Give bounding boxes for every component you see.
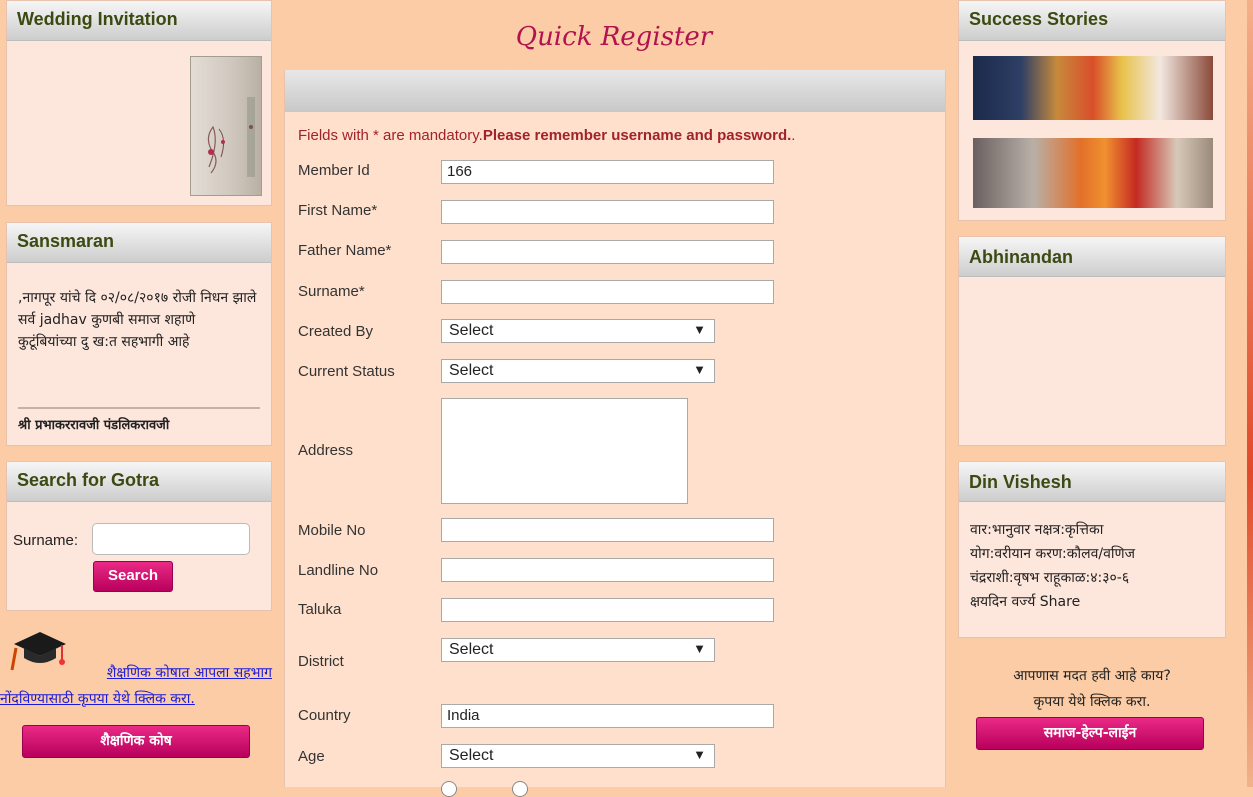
dropdown-arrow-icon: ▼ xyxy=(693,322,706,337)
din-vishesh-line1: वार:भानुवार नक्षत्र:कृत्तिका xyxy=(970,522,1104,538)
right-edge-accent xyxy=(1247,0,1253,787)
district-select[interactable]: Select ▼ xyxy=(441,638,715,662)
sansmaran-text: ,नागपूर यांचे दि ०२/०८/२०१७ रोजी निधन झा… xyxy=(18,290,257,350)
mobile-input[interactable] xyxy=(441,518,774,542)
father-name-label: Father Name* xyxy=(298,242,392,259)
education-register-link[interactable]: शैक्षणिक कोषात आपला सहभाग नोंदविण्यासाठी… xyxy=(0,660,272,712)
gotra-surname-label: Surname: xyxy=(13,532,79,549)
gotra-surname-input[interactable] xyxy=(92,523,250,555)
sansmaran-divider xyxy=(18,407,260,409)
dropdown-arrow-icon: ▼ xyxy=(693,747,706,762)
notice-suffix: . xyxy=(791,127,796,144)
education-fund-button[interactable]: शैक्षणिक कोष xyxy=(22,725,250,758)
gotra-search-button[interactable]: Search xyxy=(93,561,173,592)
member-id-input[interactable]: 166 xyxy=(441,160,774,184)
din-vishesh-line4: क्षयदिन वर्ज्य Share xyxy=(970,594,1081,610)
gotra-search-panel: Search for Gotra Surname: Search xyxy=(6,461,272,611)
sansmaran-heading: Sansmaran xyxy=(7,223,271,263)
success-story-photo-2[interactable] xyxy=(973,138,1213,208)
education-link-line1[interactable]: शैक्षणिक कोषात आपला सहभाग xyxy=(10,660,272,686)
sansmaran-footer: श्री प्रभाकररावजी पंडलिकरावजी xyxy=(18,418,170,433)
help-line2: कृपया येथे क्लिक करा. xyxy=(1033,694,1151,710)
register-form-header-bar xyxy=(285,70,945,112)
created-by-label: Created By xyxy=(298,323,374,340)
mobile-label: Mobile No xyxy=(298,522,366,539)
wedding-card-ornament-icon xyxy=(207,97,255,177)
success-stories-heading: Success Stories xyxy=(959,1,1225,41)
current-status-selected: Select xyxy=(449,362,494,379)
current-status-label: Current Status xyxy=(298,363,395,380)
current-status-select[interactable]: Select ▼ xyxy=(441,359,715,383)
surname-input[interactable] xyxy=(441,280,774,304)
din-vishesh-heading: Din Vishesh xyxy=(959,462,1225,502)
age-selected: Select xyxy=(449,747,494,764)
dropdown-arrow-icon: ▼ xyxy=(693,362,706,377)
din-vishesh-line2: योग:वरीयान करण:कौलव/वणिज xyxy=(970,546,1136,562)
country-label: Country xyxy=(298,707,351,724)
education-link-line2[interactable]: नोंदविण्यासाठी कृपया येथे क्लिक करा. xyxy=(0,686,272,712)
age-label: Age xyxy=(298,748,325,765)
district-selected: Select xyxy=(449,641,494,658)
age-select[interactable]: Select ▼ xyxy=(441,744,715,768)
address-label: Address xyxy=(298,442,354,459)
mandatory-notice: Fields with * are mandatory.Please remem… xyxy=(298,127,795,144)
gender-radio-2[interactable] xyxy=(512,781,528,797)
notice-prefix: Fields with * are mandatory. xyxy=(298,127,483,144)
samaj-helpline-button[interactable]: समाज-हेल्प-लाईन xyxy=(976,717,1204,750)
sansmaran-panel: Sansmaran ,नागपूर यांचे दि ०२/०८/२०१७ रो… xyxy=(6,222,272,446)
created-by-selected: Select xyxy=(449,322,494,339)
first-name-input[interactable] xyxy=(441,200,774,224)
country-input[interactable]: India xyxy=(441,704,774,728)
district-label: District xyxy=(298,653,344,670)
surname-label: Surname* xyxy=(298,283,365,300)
wedding-invitation-image[interactable] xyxy=(190,56,262,196)
wedding-invitation-panel: Wedding Invitation xyxy=(6,0,272,206)
success-story-photo-1[interactable] xyxy=(973,56,1213,120)
help-prompt: आपणास मदत हवी आहे काय? कृपया येथे क्लिक … xyxy=(958,663,1226,715)
wedding-invitation-heading: Wedding Invitation xyxy=(7,1,271,41)
notice-bold: Please remember username and password. xyxy=(482,127,792,144)
taluka-input[interactable] xyxy=(441,598,774,622)
din-vishesh-details: वार:भानुवार नक्षत्र:कृत्तिका योग:वरीयान … xyxy=(970,518,1135,614)
taluka-label: Taluka xyxy=(298,601,342,618)
success-stories-panel: Success Stories xyxy=(958,0,1226,221)
landline-label: Landline No xyxy=(298,562,379,579)
first-name-label: First Name* xyxy=(298,202,378,219)
help-line1: आपणास मदत हवी आहे काय? xyxy=(1013,668,1171,684)
father-name-input[interactable] xyxy=(441,240,774,264)
din-vishesh-panel: Din Vishesh वार:भानुवार नक्षत्र:कृत्तिका… xyxy=(958,461,1226,638)
dropdown-arrow-icon: ▼ xyxy=(693,641,706,656)
address-textarea[interactable] xyxy=(441,398,688,504)
quick-register-title: Quick Register xyxy=(515,22,713,52)
gotra-search-heading: Search for Gotra xyxy=(7,462,271,502)
din-vishesh-line3: चंद्रराशी:वृषभ राहूकाळ:४:३०-६ xyxy=(970,570,1130,586)
member-id-label: Member Id xyxy=(298,162,370,179)
gender-radio-1[interactable] xyxy=(441,781,457,797)
abhinandan-panel: Abhinandan xyxy=(958,236,1226,446)
created-by-select[interactable]: Select ▼ xyxy=(441,319,715,343)
landline-input[interactable] xyxy=(441,558,774,582)
abhinandan-heading: Abhinandan xyxy=(959,237,1225,277)
